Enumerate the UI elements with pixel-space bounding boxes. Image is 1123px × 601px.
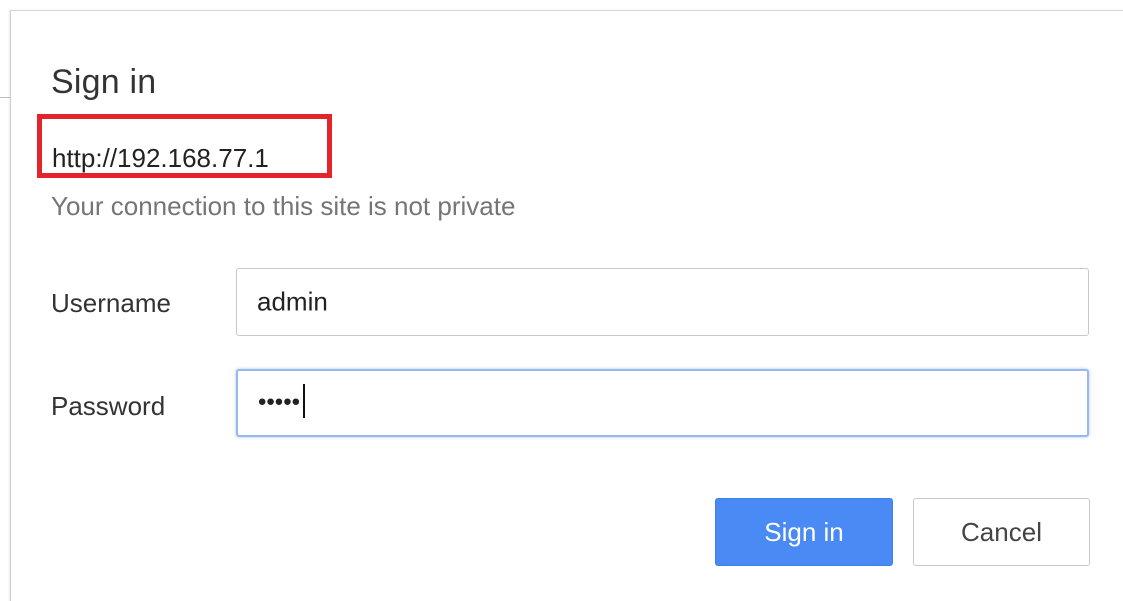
sign-in-button[interactable]: Sign in	[715, 498, 893, 566]
privacy-warning: Your connection to this site is not priv…	[51, 191, 516, 221]
dialog-title: Sign in	[51, 63, 157, 101]
username-value: admin	[257, 286, 328, 317]
text-caret	[303, 384, 306, 418]
sign-in-dialog: Sign in http://192.168.77.1 Your connect…	[10, 10, 1123, 601]
username-field[interactable]: admin	[236, 268, 1089, 336]
site-origin: http://192.168.77.1	[52, 143, 269, 173]
password-value: •••••	[258, 388, 301, 416]
background-divider	[0, 97, 10, 98]
username-label: Username	[51, 288, 171, 318]
password-field[interactable]: •••••	[236, 369, 1089, 437]
page: Sign in http://192.168.77.1 Your connect…	[0, 0, 1123, 601]
password-label: Password	[51, 391, 166, 421]
cancel-button[interactable]: Cancel	[913, 498, 1090, 566]
password-value-wrap: •••••	[258, 384, 306, 420]
